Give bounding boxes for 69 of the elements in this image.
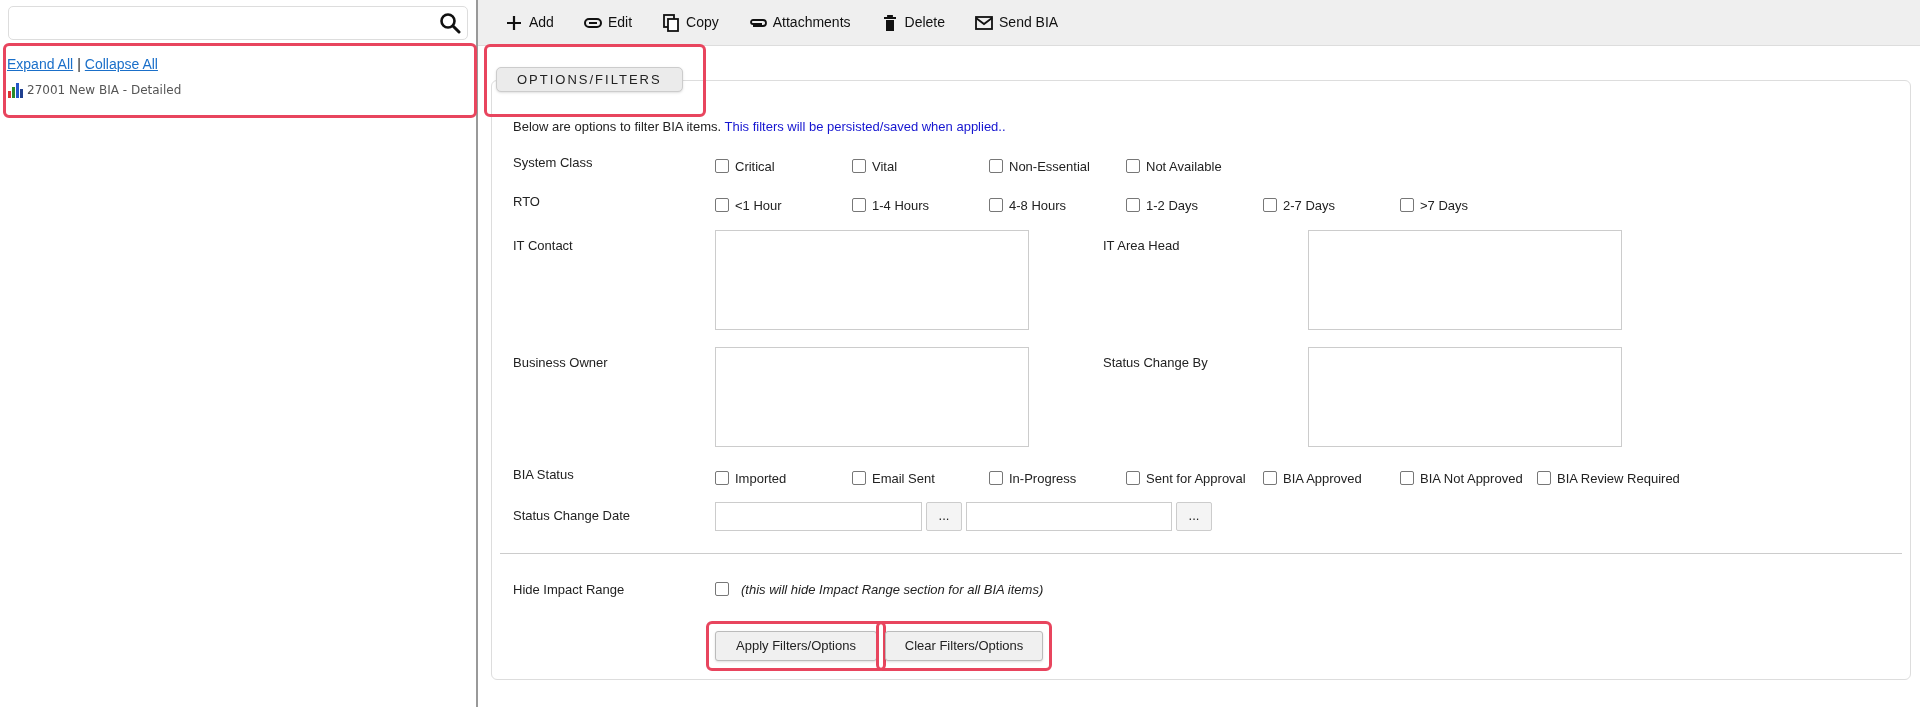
checkbox-label: Vital <box>872 157 898 176</box>
checkbox-label: Imported <box>735 469 787 488</box>
checkbox[interactable] <box>1126 198 1140 213</box>
tree-item[interactable]: 27001 New BIA - Detailed <box>27 81 182 99</box>
toolbar-button[interactable]: Delete <box>880 12 946 33</box>
checkbox-label: Email Sent <box>872 469 935 488</box>
link-separator: | <box>77 55 81 74</box>
checkbox[interactable] <box>1263 198 1277 213</box>
checkbox[interactable] <box>1263 471 1277 486</box>
checkbox-label: Not Available <box>1146 157 1222 176</box>
toolbar-button[interactable]: Add <box>505 12 554 33</box>
checkbox-label: BIA Not Approved <box>1420 469 1523 488</box>
hint-text: (this will hide Impact Range section for all BIA items) <box>741 580 1044 599</box>
action-button[interactable]: Clear Filters/Options <box>885 631 1043 661</box>
toolbar-button[interactable]: Attachments <box>748 12 851 33</box>
action-button[interactable]: Apply Filters/Options <box>715 631 877 661</box>
toolbar-button[interactable]: Send BIA <box>975 12 1059 33</box>
bar-chart-icon <box>7 82 23 98</box>
checkbox[interactable] <box>715 159 729 174</box>
checkbox-label: Sent for Approval <box>1146 469 1246 488</box>
checkbox[interactable] <box>989 471 1003 486</box>
checkbox[interactable] <box>1126 159 1140 174</box>
field-label: IT Area Head <box>1102 236 1181 255</box>
field-label: Hide Impact Range <box>513 580 626 599</box>
field-label: RTO <box>513 192 541 211</box>
checkbox[interactable] <box>1400 198 1414 213</box>
checkbox[interactable] <box>1537 471 1551 486</box>
panel-legend: OPTIONS/FILTERS <box>496 67 683 92</box>
toolbar-button[interactable]: Copy <box>662 12 719 33</box>
date-field[interactable] <box>715 501 922 531</box>
checkbox[interactable] <box>715 471 729 486</box>
checkbox-label: 4-8 Hours <box>1009 196 1067 215</box>
checkbox[interactable] <box>852 198 866 213</box>
date-picker-button[interactable]: ... <box>926 501 962 531</box>
toolbar-button[interactable]: Edit <box>583 12 633 33</box>
checkbox[interactable] <box>852 159 866 174</box>
date-field[interactable] <box>966 501 1172 531</box>
checkbox[interactable] <box>989 198 1003 213</box>
checkbox-label: Non-Essential <box>1009 157 1090 176</box>
checkbox[interactable] <box>715 198 729 213</box>
checkbox-label: In-Progress <box>1009 469 1077 488</box>
expand-all-link[interactable]: Expand All <box>7 54 74 75</box>
field-label: Status Change Date <box>513 506 632 525</box>
field-label: Status Change By <box>1102 353 1209 372</box>
checkbox[interactable] <box>1126 471 1140 486</box>
checkbox[interactable] <box>715 582 729 597</box>
field-label: IT Contact <box>513 236 574 255</box>
checkbox-label: >7 Days <box>1420 196 1469 215</box>
checkbox-label: 1-4 Hours <box>872 196 930 215</box>
collapse-all-link[interactable]: Collapse All <box>84 54 158 75</box>
checkbox-label: 1-2 Days <box>1146 196 1199 215</box>
field-label: System Class <box>513 153 594 172</box>
checkbox-label: <1 Hour <box>735 196 782 215</box>
checkbox[interactable] <box>1400 471 1414 486</box>
plus-icon <box>505 13 523 32</box>
date-picker-button[interactable]: ... <box>1176 501 1212 531</box>
checkbox-label: BIA Review Required <box>1557 469 1680 488</box>
checkbox-label: BIA Approved <box>1283 469 1362 488</box>
field-label: Business Owner <box>513 353 609 372</box>
copy-icon <box>662 13 681 32</box>
search-field[interactable] <box>8 6 468 40</box>
checkbox[interactable] <box>852 471 866 486</box>
checkbox-label: Critical <box>735 157 775 176</box>
field-label: BIA Status <box>513 465 575 484</box>
checkbox[interactable] <box>989 159 1003 174</box>
mail-icon <box>975 13 994 32</box>
search-icon[interactable] <box>439 12 461 34</box>
filter-description: Below are options to filter BIA items. This filters will be persisted/saved when applied.. <box>513 119 1006 134</box>
checkbox-label: 2-7 Days <box>1283 196 1336 215</box>
